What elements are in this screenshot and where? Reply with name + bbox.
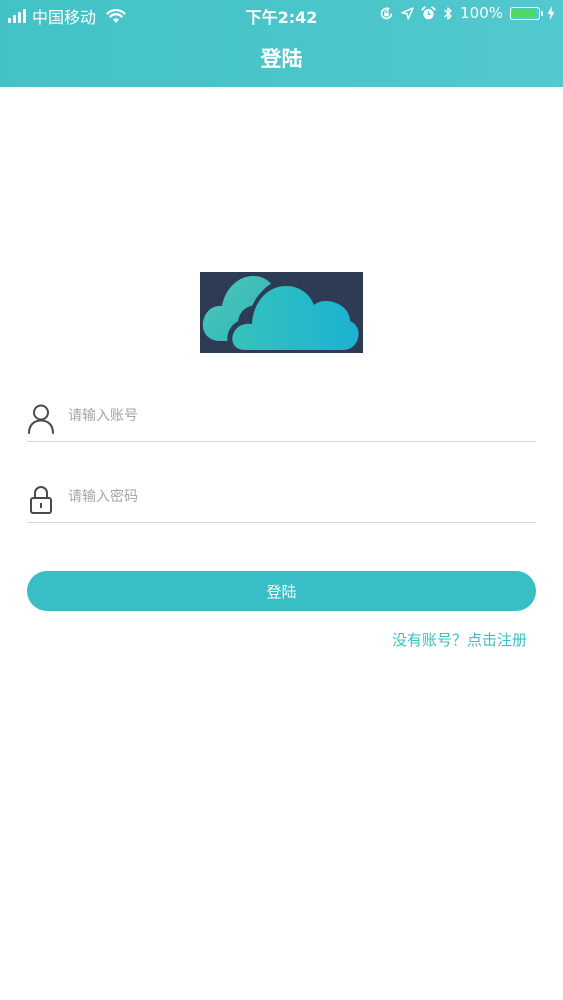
cloud-logo [200,272,364,353]
location-arrow-icon [401,6,414,20]
login-button-label: 登陆 [266,582,297,601]
battery-level-fill [512,8,536,17]
lock-icon [30,486,52,514]
person-icon [28,404,54,434]
password-field [27,475,536,523]
status-bar: 中国移动 下午2:42 100% [0,0,563,30]
charging-bolt-icon [547,6,555,20]
alarm-clock-icon [421,5,436,19]
battery-percentage: 100% [460,4,503,22]
battery-icon [510,6,543,20]
status-right: 100% [379,4,555,22]
page-title: 登陆 [260,47,303,71]
password-input[interactable] [68,484,528,510]
account-field [27,394,536,442]
login-button[interactable]: 登陆 [27,571,536,611]
register-link[interactable]: 没有账号？点击注册 [392,629,527,650]
rotation-lock-icon [380,6,393,19]
account-input[interactable] [68,403,528,429]
bluetooth-icon [444,6,452,20]
navigation-header: 中国移动 下午2:42 100% 登陆 [0,0,563,87]
